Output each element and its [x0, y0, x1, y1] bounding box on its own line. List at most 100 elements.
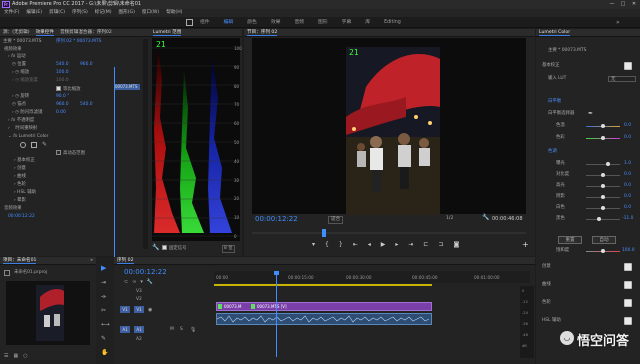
- position-x-value[interactable]: 540.0: [56, 62, 69, 68]
- tint-slider[interactable]: [586, 136, 620, 140]
- highlights-slider[interactable]: [586, 184, 620, 188]
- pen-tool-icon[interactable]: ✎: [101, 335, 106, 342]
- saturation-slider[interactable]: [586, 249, 620, 253]
- sequence-clip-label[interactable]: 序列 02 * 00073.MTS: [56, 39, 101, 45]
- work-area-bar[interactable]: [214, 284, 432, 286]
- wheels-toggle[interactable]: [624, 299, 632, 307]
- track-v2-label[interactable]: V2: [136, 297, 142, 303]
- tab-sequence[interactable]: 序列 02: [117, 257, 134, 264]
- basic-correction-toggle[interactable]: [624, 62, 632, 70]
- track-a2-label[interactable]: A2: [136, 337, 142, 343]
- home-icon[interactable]: [186, 19, 193, 26]
- uniform-scale-checkbox[interactable]: [56, 86, 61, 91]
- tint-value[interactable]: 0.0: [624, 135, 631, 141]
- toggle-output-icon[interactable]: ◉: [148, 307, 152, 313]
- exposure-knob[interactable]: [606, 162, 610, 166]
- go-to-in-icon[interactable]: ⇤: [353, 241, 358, 248]
- input-lut-select[interactable]: 无: [608, 76, 636, 82]
- hsl-toggle[interactable]: [624, 317, 632, 325]
- step-forward-icon[interactable]: ▸: [395, 241, 398, 248]
- opacity-group[interactable]: › fx 不透明度: [8, 118, 34, 124]
- lumetri-section-wheels[interactable]: › 色轮: [14, 182, 26, 188]
- scale-value[interactable]: 100.0: [56, 70, 69, 76]
- icon-view-icon[interactable]: ▦: [13, 353, 18, 359]
- workspace-tab-editing-custom[interactable]: Editing: [384, 17, 401, 28]
- project-bin-thumbnail-area[interactable]: [6, 281, 90, 345]
- blacks-knob[interactable]: [597, 217, 601, 221]
- mute-button[interactable]: M: [170, 327, 174, 332]
- hdr-checkbox[interactable]: [56, 150, 61, 155]
- linked-selection-icon[interactable]: ∞: [132, 279, 136, 285]
- whites-slider[interactable]: [586, 206, 620, 210]
- track-select-tool-icon[interactable]: ⇥: [101, 279, 106, 286]
- tab-lumetri-color[interactable]: Lumetri Color: [539, 29, 571, 36]
- timeline-timecode[interactable]: 00:00:12:22: [124, 268, 167, 276]
- rectangle-mask-icon[interactable]: [31, 142, 37, 148]
- scope-settings-icon[interactable]: 🔧: [152, 244, 159, 251]
- timeline-settings-icon[interactable]: 🔧: [147, 279, 153, 285]
- menu-clip[interactable]: 剪辑(C): [49, 9, 65, 17]
- track-a1-label[interactable]: A1: [134, 326, 144, 333]
- solo-button[interactable]: S: [180, 327, 183, 332]
- razor-tool-icon[interactable]: ✂: [101, 307, 106, 314]
- workspace-tab-audio[interactable]: 音频: [294, 17, 304, 28]
- slip-tool-icon[interactable]: ⟷: [101, 321, 110, 328]
- contrast-value[interactable]: 0.0: [624, 172, 631, 178]
- lumetri-clip-label[interactable]: 主要 * 00073.MTS: [548, 48, 586, 54]
- clamp-signal-checkbox[interactable]: [162, 245, 167, 250]
- workspace-tab-libraries[interactable]: 库: [365, 17, 370, 28]
- minimize-button[interactable]: —: [608, 0, 616, 9]
- lumetri-section-hsl-panel[interactable]: HSL 辅助: [542, 318, 561, 324]
- workspace-tab-editing[interactable]: 编辑: [224, 17, 234, 28]
- menu-file[interactable]: 文件(F): [4, 9, 19, 17]
- selection-tool-icon[interactable]: ▶: [101, 264, 106, 272]
- lumetri-section-hsl[interactable]: › HSL 辅助: [14, 190, 36, 196]
- add-marker-icon[interactable]: ▾: [312, 241, 315, 248]
- tab-project[interactable]: 项目：未命名01: [3, 257, 37, 264]
- menu-help[interactable]: 帮助(H): [166, 9, 182, 17]
- temperature-value[interactable]: 0.0: [624, 123, 631, 129]
- add-marker-timeline-icon[interactable]: ▾: [140, 279, 143, 285]
- creative-toggle[interactable]: [624, 263, 632, 271]
- track-v3-label[interactable]: V3: [136, 289, 142, 295]
- anchor-y-value[interactable]: 540.0: [80, 102, 93, 108]
- workspace-tab-captions[interactable]: 字幕: [342, 17, 352, 28]
- zoom-slider-icon[interactable]: ○: [23, 353, 27, 359]
- timeline-playhead-handle[interactable]: [274, 271, 279, 275]
- lumetri-group[interactable]: ⌄ fx Lumetri Color: [8, 134, 48, 140]
- lumetri-section-creative[interactable]: › 创意: [14, 166, 26, 172]
- saturation-value[interactable]: 100.0: [622, 248, 635, 254]
- contrast-slider[interactable]: [586, 173, 620, 177]
- program-timecode[interactable]: 00:00:12:22: [255, 215, 298, 223]
- export-frame-icon[interactable]: ◙: [453, 241, 459, 248]
- effect-controls-timecode[interactable]: 00:00:12:22: [8, 214, 35, 220]
- program-playhead[interactable]: [322, 229, 326, 237]
- lumetri-section-vignette[interactable]: › 晕影: [14, 198, 26, 204]
- lumetri-section-basic[interactable]: › 基本校正: [14, 158, 35, 164]
- workspace-tab-assembly[interactable]: 组件: [200, 17, 210, 28]
- shadows-value[interactable]: 0.0: [624, 194, 631, 200]
- timeline-playhead[interactable]: [276, 271, 277, 357]
- reset-button[interactable]: 重置: [558, 236, 582, 244]
- eyedropper-icon[interactable]: ✒: [588, 110, 593, 117]
- mark-in-icon[interactable]: {: [325, 241, 329, 248]
- menu-sequence[interactable]: 序列(S): [72, 9, 88, 17]
- maximize-button[interactable]: □: [619, 0, 627, 9]
- lumetri-section-curves-panel[interactable]: 曲线: [542, 282, 551, 288]
- motion-group[interactable]: › fx 运动: [8, 54, 26, 60]
- play-button-icon[interactable]: ▶: [381, 241, 386, 248]
- menu-marker[interactable]: 标记(M): [95, 9, 112, 17]
- shadows-slider[interactable]: [586, 195, 620, 199]
- lumetri-section-creative-panel[interactable]: 创意: [542, 264, 551, 270]
- tab-lumetri-scopes[interactable]: Lumetri 范围: [153, 29, 182, 36]
- blacks-slider[interactable]: [586, 217, 620, 221]
- hand-tool-icon[interactable]: ✋: [101, 349, 108, 356]
- anchor-x-value[interactable]: 960.0: [56, 102, 69, 108]
- voiceover-icon[interactable]: 🎙: [190, 327, 196, 333]
- mini-timeline-clip[interactable]: 00073.MTS: [114, 84, 140, 90]
- position-y-value[interactable]: 960.0: [80, 62, 93, 68]
- hdr-row[interactable]: 高动态范围: [56, 150, 85, 156]
- auto-button[interactable]: 自动: [592, 236, 616, 244]
- effect-controls-scrollbar[interactable]: [143, 39, 148, 249]
- pen-mask-icon[interactable]: ✎: [42, 141, 47, 148]
